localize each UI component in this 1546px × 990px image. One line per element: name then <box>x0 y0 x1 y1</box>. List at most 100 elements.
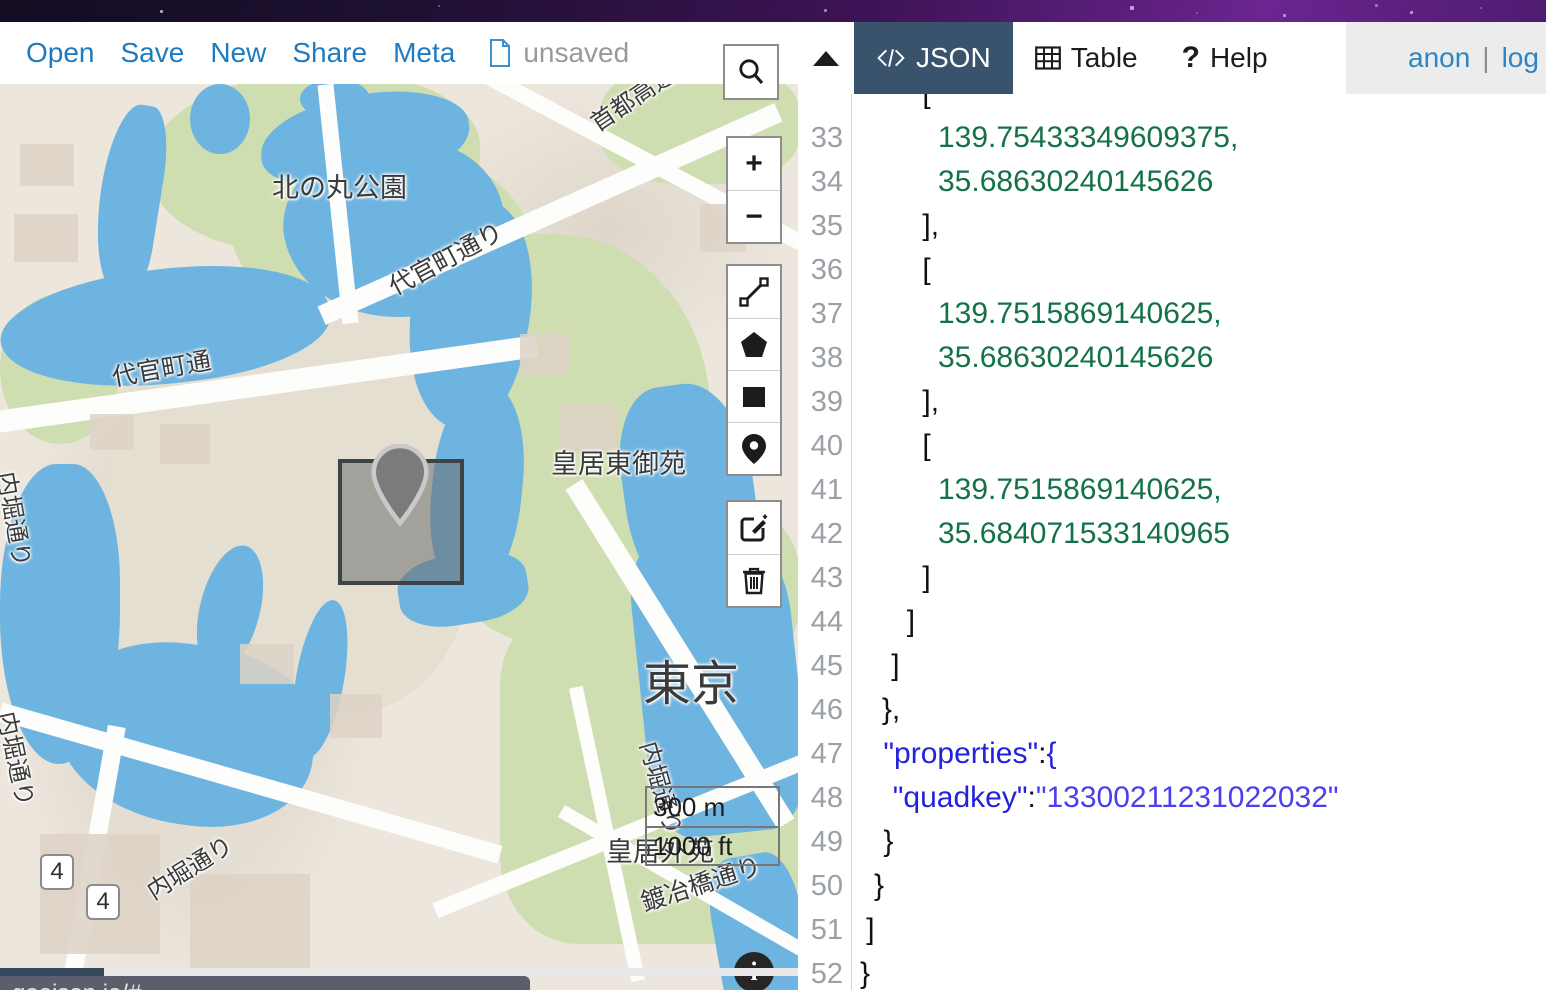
code-line[interactable]: } <box>883 820 893 864</box>
tab-table[interactable]: Table <box>1013 22 1160 94</box>
menu-item-meta[interactable]: Meta <box>393 37 455 69</box>
line-number: 46 <box>810 694 843 726</box>
code-icon <box>877 49 905 67</box>
code-token: [ <box>922 253 931 286</box>
zoom-control-group: + − <box>726 136 782 244</box>
line-number: 51 <box>810 914 843 946</box>
line-number: 35 <box>810 210 843 242</box>
code-line[interactable]: 35.684071533140965 <box>938 512 1230 556</box>
building <box>160 424 210 464</box>
progress-fill <box>0 968 104 976</box>
line-number: 34 <box>810 166 843 198</box>
marker-icon[interactable] <box>370 444 430 526</box>
line-icon <box>739 277 769 307</box>
code-line[interactable]: "quadkey":"13300211231022032" <box>893 776 1339 820</box>
building <box>520 334 570 376</box>
code-line[interactable]: } <box>874 864 884 908</box>
code-line[interactable]: ] <box>891 644 899 688</box>
code-line[interactable]: 35.68630240145626 <box>938 336 1213 380</box>
editor-tab-bar: JSON Table ? Help anon | log <box>798 22 1546 94</box>
scale-metric: 300 m <box>645 786 780 826</box>
map-canvas[interactable]: 北の丸公園 代官町通り 代官町通 皇居東御苑 東京 皇居外苑 鍍冶橋通り 内堀通り 内堀通り 内堀… <box>0 84 798 990</box>
login-link[interactable]: log <box>1502 42 1539 74</box>
draw-tools-group <box>726 264 782 476</box>
line-number: 47 <box>810 738 843 770</box>
user-label[interactable]: anon <box>1408 42 1470 74</box>
line-number: 40 <box>810 430 843 462</box>
draw-rectangle-button[interactable] <box>728 370 780 422</box>
code-line[interactable]: }, <box>882 688 900 732</box>
code-token: "properties" <box>883 737 1039 770</box>
road-shield: 4 <box>40 854 74 890</box>
code-line[interactable]: } <box>860 952 870 990</box>
code-line[interactable]: 139.7515869140625, <box>938 468 1222 512</box>
zoom-out-label: − <box>745 199 763 233</box>
code-token: "13300211231022032" <box>1035 781 1339 814</box>
search-icon <box>739 59 764 85</box>
line-number: 52 <box>810 958 843 990</box>
tab-table-label: Table <box>1070 42 1138 73</box>
line-number: 36 <box>810 254 843 286</box>
code-line[interactable]: ] <box>907 600 915 644</box>
draw-marker-button[interactable] <box>728 422 780 474</box>
code-token: , <box>1229 121 1239 154</box>
trash-icon <box>743 567 765 594</box>
code-token: ] <box>906 605 916 638</box>
menu-item-save[interactable]: Save <box>121 37 185 69</box>
code-line[interactable]: [ <box>922 94 930 116</box>
tab-help[interactable]: ? Help <box>1160 22 1290 94</box>
code-token: ] <box>891 649 900 682</box>
code-line[interactable]: [ <box>922 248 930 292</box>
draw-line-button[interactable] <box>728 266 780 318</box>
line-number: 33 <box>810 122 843 154</box>
edit-features-button[interactable] <box>728 502 780 554</box>
auth-area: anon | log <box>1346 22 1546 94</box>
editor-pane: JSON Table ? Help anon | log 33 34 35 36 37 3… <box>798 22 1546 990</box>
code-line[interactable]: 139.75433349609375, <box>938 116 1238 160</box>
line-number: 39 <box>810 386 843 418</box>
line-number-gutter: 33 34 35 36 37 38 39 40 41 42 43 44 45 46 47 48 49 50 51 52 <box>798 94 852 990</box>
code-line[interactable]: ], <box>922 204 939 248</box>
collapse-panel-button[interactable] <box>798 22 854 94</box>
tab-json[interactable]: JSON <box>854 22 1013 94</box>
code-line[interactable]: 139.7515869140625, <box>938 292 1222 336</box>
menu-item-share[interactable]: Share <box>292 37 367 69</box>
code-line[interactable]: [ <box>922 424 930 468</box>
line-number: 50 <box>810 870 843 902</box>
delete-features-button[interactable] <box>728 554 780 606</box>
code-line[interactable]: "properties":{ <box>883 732 1056 776</box>
table-icon <box>1034 46 1061 70</box>
file-name-label: unsaved <box>523 37 630 68</box>
line-number: 38 <box>810 342 843 374</box>
line-number: 44 <box>810 606 843 638</box>
page-load-progress <box>0 968 798 976</box>
code-token: 35.68630240145626 <box>938 341 1214 374</box>
code-token: : <box>1027 781 1036 814</box>
building <box>330 694 382 738</box>
line-number: 42 <box>810 518 843 550</box>
menu-item-new[interactable]: New <box>210 37 266 69</box>
code-line[interactable]: ] <box>922 556 930 600</box>
draw-polygon-button[interactable] <box>728 318 780 370</box>
code-line[interactable]: 35.68630240145626 <box>938 160 1213 204</box>
building <box>20 144 74 186</box>
zoom-in-button[interactable]: + <box>728 138 780 190</box>
code-line[interactable]: ] <box>866 908 874 952</box>
tab-help-label: Help <box>1209 42 1268 73</box>
json-code-editor[interactable]: 33 34 35 36 37 38 39 40 41 42 43 44 45 46 47 48 49 50 51 52… <box>798 94 1546 990</box>
code-token: , <box>1213 473 1222 506</box>
code-token: 35.684071533140965 <box>938 517 1230 550</box>
document-icon <box>490 39 511 67</box>
map-search-button[interactable] <box>723 44 779 100</box>
code-line[interactable]: ], <box>922 380 939 424</box>
code-token: ] <box>866 913 875 946</box>
rectangle-icon <box>743 386 765 407</box>
zoom-out-button[interactable]: − <box>728 190 780 242</box>
marker-icon <box>742 433 766 464</box>
building <box>240 644 294 684</box>
menu-item-open[interactable]: Open <box>26 37 95 69</box>
scale-bar: 300 m 1000 ft <box>645 786 780 866</box>
line-number: 43 <box>810 562 843 594</box>
code-token: } <box>883 825 894 858</box>
code-token: ], <box>922 385 940 418</box>
